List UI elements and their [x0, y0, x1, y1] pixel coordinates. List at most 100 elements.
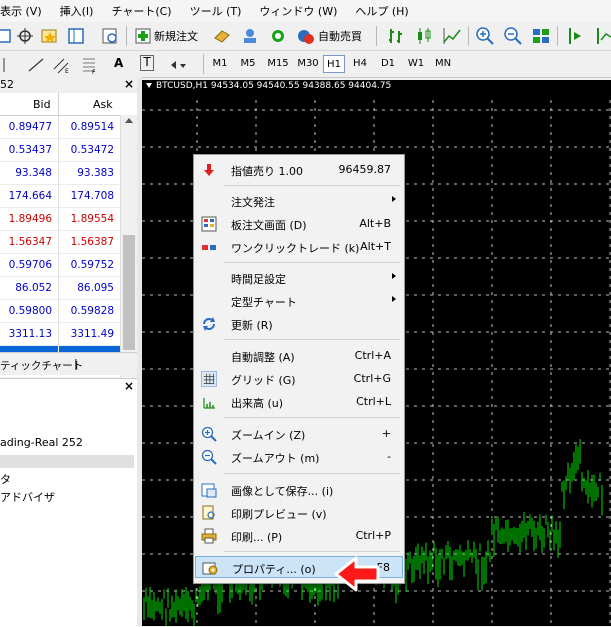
text-tool-button[interactable]: A	[114, 56, 123, 70]
bid-value: 1.56347	[8, 236, 52, 248]
chart-shift-icon[interactable]	[566, 26, 586, 46]
cell-divider	[58, 323, 59, 346]
new-order-icon	[135, 28, 151, 44]
bar-chart-icon[interactable]	[386, 26, 406, 46]
scrollbar-thumb[interactable]	[123, 235, 135, 350]
menu-item-depth-of-market[interactable]: 板注文画面 (D) Alt+B	[195, 213, 403, 235]
market-watch-row[interactable]: 174.664 174.708	[0, 185, 120, 208]
cell-divider	[58, 277, 59, 300]
equidistant-channel-icon[interactable]: E	[52, 55, 72, 75]
tile-windows-icon[interactable]	[531, 26, 551, 46]
market-watch-row[interactable]: 0.53437 0.53472	[0, 139, 120, 162]
trendline-icon[interactable]	[26, 55, 46, 75]
timeframe-h4[interactable]: H4	[349, 55, 371, 73]
timeframe-h1[interactable]: H1	[323, 55, 345, 73]
menu-item-volumes[interactable]: 出来高 (u) Ctrl+L	[195, 391, 403, 413]
timeframe-m15[interactable]: M15	[265, 55, 291, 73]
menu-item-grid[interactable]: グリッド (G) Ctrl+G	[195, 368, 403, 390]
navigator-icon[interactable]	[66, 26, 86, 46]
timeframe-w1[interactable]: W1	[405, 55, 427, 73]
menu-insert[interactable]: 挿入(I)	[51, 3, 103, 19]
bid-value: 0.53437	[8, 144, 52, 156]
timeframe-m30[interactable]: M30	[295, 55, 321, 73]
line-chart-icon[interactable]	[442, 26, 462, 46]
text-label-tool-button[interactable]: T	[140, 55, 154, 71]
menu-item-trading[interactable]: 注文発注	[195, 190, 403, 212]
chart-menu-icon[interactable]	[146, 83, 152, 88]
menu-tools[interactable]: ツール (T)	[181, 3, 251, 19]
vertical-line-icon[interactable]	[0, 55, 20, 75]
timeframe-m5[interactable]: M5	[237, 55, 259, 73]
zoom-out-icon[interactable]	[503, 26, 523, 46]
ask-value: 1.89554	[70, 213, 114, 225]
menu-separator	[224, 473, 400, 474]
zoom-window-icon[interactable]	[0, 26, 14, 46]
bid-column-header[interactable]: Bid	[33, 98, 51, 111]
column-divider	[58, 93, 59, 115]
save-picture-icon	[201, 483, 217, 498]
menu-item-one-click-trading[interactable]: ワンクリックトレード (k) Alt+T	[195, 236, 403, 258]
strategy-tester-icon[interactable]	[100, 26, 120, 46]
navigator-account[interactable]: ading-Real 252	[0, 436, 83, 449]
menu-item-template[interactable]: 定型チャート	[195, 290, 403, 312]
ask-value: 3311.49	[70, 328, 114, 340]
zoom-in-icon[interactable]	[475, 26, 495, 46]
menu-item-save-as-picture[interactable]: 画像として保存... (i)	[195, 479, 403, 501]
market-watch-row[interactable]: 1.56347 1.56387	[0, 231, 120, 254]
auto-trading-button[interactable]: 自動売買	[318, 28, 362, 44]
market-watch-row[interactable]: 0.59706 0.59752	[0, 254, 120, 277]
menu-item-print[interactable]: 印刷... (P) Ctrl+P	[195, 525, 403, 547]
ask-value: 86.095	[77, 282, 114, 294]
menu-item-sell-limit[interactable]: 指値売り 1.00 96459.87	[195, 159, 403, 181]
cell-divider	[58, 185, 59, 208]
ask-column-header[interactable]: Ask	[93, 98, 113, 111]
timeframe-d1[interactable]: D1	[377, 55, 399, 73]
tick-chart-tab[interactable]: ティックチャート	[0, 358, 83, 373]
menu-item-timeframes[interactable]: 時間足設定	[195, 267, 403, 289]
market-watch-row[interactable]: 0.89477 0.89514	[0, 116, 120, 139]
volumes-icon	[203, 398, 215, 409]
submenu-arrow-icon	[392, 273, 396, 279]
arrows-dropdown-icon[interactable]	[168, 55, 188, 75]
menu-item-print-preview[interactable]: 印刷プレビュー (v)	[195, 502, 403, 524]
menu-window[interactable]: ウィンドウ (W)	[250, 3, 346, 19]
market-watch-scrollbar[interactable]	[120, 115, 137, 391]
ask-value: 0.59752	[70, 259, 114, 271]
menu-help[interactable]: ヘルプ (H)	[346, 3, 417, 19]
metaeditor-icon[interactable]	[212, 26, 232, 46]
ask-value: 0.53472	[70, 144, 114, 156]
market-watch-row[interactable]: 0.59800 0.59828	[0, 300, 120, 323]
timeframe-m1[interactable]: M1	[209, 55, 231, 73]
submenu-arrow-icon	[392, 196, 396, 202]
navigator-item-indicators[interactable]: タ	[0, 471, 11, 487]
ask-value: 93.383	[77, 167, 114, 179]
cell-divider	[58, 300, 59, 323]
market-watch-row[interactable]: 86.052 86.095	[0, 277, 120, 300]
menu-item-zoom-out[interactable]: ズームアウト (m) -	[195, 446, 403, 468]
menu-item-autoscroll[interactable]: 自動調整 (A) Ctrl+A	[195, 345, 403, 367]
market-watch-row[interactable]: 3311.13 3311.49	[0, 323, 120, 346]
market-watch-row[interactable]: 93.348 93.383	[0, 162, 120, 185]
crosshair-icon[interactable]	[15, 26, 35, 46]
timeframe-mn[interactable]: MN	[431, 55, 455, 73]
fibonacci-icon[interactable]: F	[80, 55, 100, 75]
new-order-button[interactable]: 新規注文	[154, 28, 198, 44]
menu-separator	[224, 185, 400, 186]
navigator-divider	[0, 455, 134, 468]
menu-chart[interactable]: チャート(C)	[102, 3, 180, 19]
ask-value: 0.59828	[70, 305, 114, 317]
candlestick-icon[interactable]	[414, 26, 434, 46]
autoscroll-icon[interactable]	[594, 26, 611, 46]
close-icon[interactable]: ×	[124, 77, 134, 91]
market-watch-row[interactable]: 1.89496 1.89554	[0, 208, 120, 231]
signals-icon[interactable]	[268, 26, 288, 46]
menu-view[interactable]: 表示 (V)	[0, 3, 51, 19]
menu-item-refresh[interactable]: 更新 (R)	[195, 313, 403, 335]
menu-item-zoom-in[interactable]: ズームイン (Z) +	[195, 423, 403, 445]
favorites-icon[interactable]	[40, 26, 60, 46]
toolbar-separator	[557, 26, 558, 46]
close-icon[interactable]: ×	[124, 379, 134, 393]
navigator-item-experts[interactable]: アドバイザ	[0, 489, 55, 505]
community-icon[interactable]	[240, 26, 260, 46]
scroll-up-icon[interactable]	[125, 118, 133, 123]
